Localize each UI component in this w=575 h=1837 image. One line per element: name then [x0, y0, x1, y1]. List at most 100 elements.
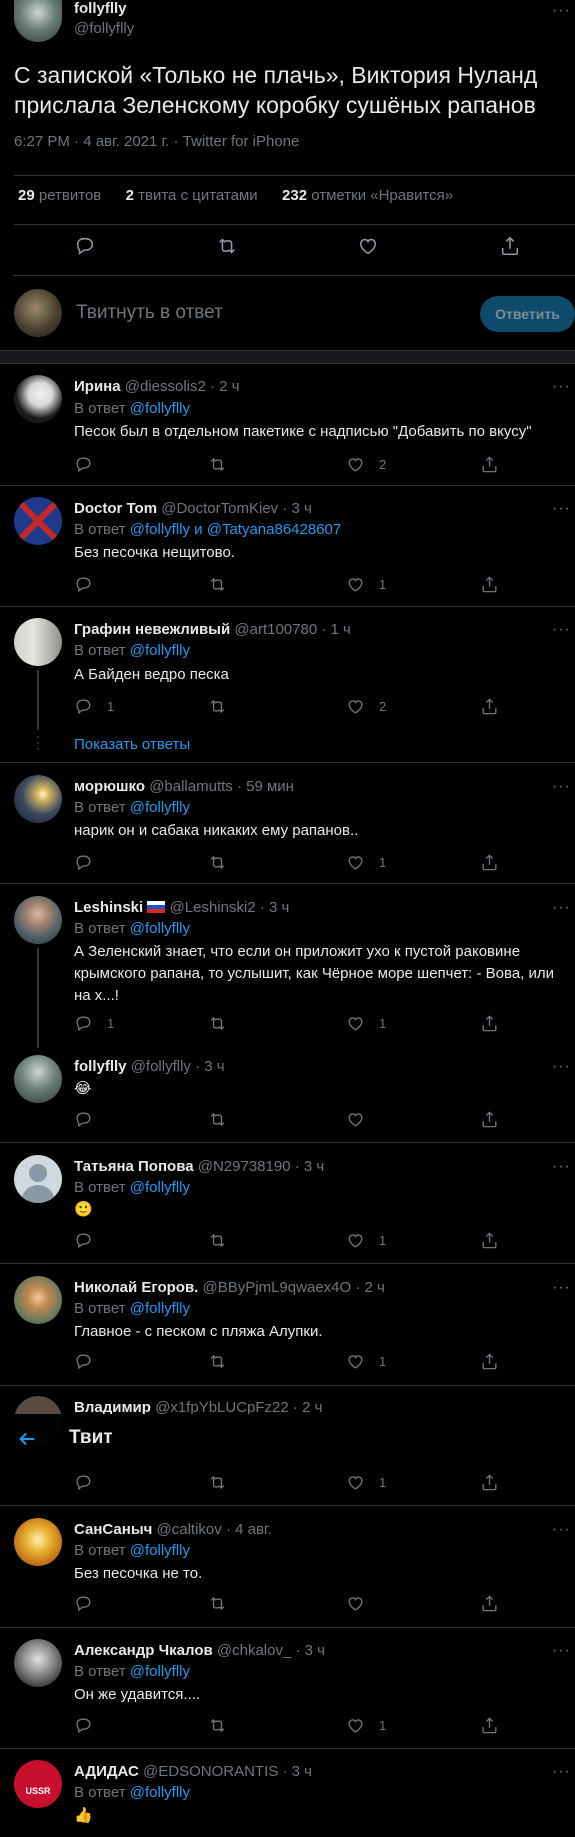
reply-author-handle[interactable]: @Leshinski2	[170, 899, 256, 916]
retweet-icon[interactable]	[208, 1594, 227, 1613]
avatar[interactable]	[14, 1055, 62, 1103]
retweet-action[interactable]	[208, 1110, 227, 1129]
reply-author-handle[interactable]: @N29738190	[198, 1158, 291, 1175]
avatar[interactable]	[14, 775, 62, 823]
show-replies-link[interactable]: Показать ответы	[74, 736, 190, 753]
like-action[interactable]	[346, 1110, 365, 1129]
reply-icon[interactable]	[74, 1231, 93, 1250]
retweet-action[interactable]	[208, 853, 227, 872]
retweet-action[interactable]	[208, 1594, 227, 1613]
like-icon[interactable]	[346, 1014, 365, 1033]
reply-author-name[interactable]: Doctor Tom	[74, 500, 157, 517]
reply-icon[interactable]	[74, 1473, 93, 1492]
reply-author-handle[interactable]: @ballamutts	[149, 778, 233, 795]
avatar[interactable]	[14, 1276, 62, 1324]
reply-icon[interactable]	[74, 1716, 93, 1735]
reply-time[interactable]: · 3 ч	[295, 1158, 325, 1175]
retweet-icon[interactable]	[208, 455, 227, 474]
reply-author-handle[interactable]: @diessolis2	[125, 378, 206, 395]
more-icon[interactable]: ···	[552, 778, 571, 796]
like-icon[interactable]	[346, 1594, 365, 1613]
reply-action[interactable]	[74, 1110, 93, 1129]
reply-action[interactable]	[74, 455, 107, 474]
share-action[interactable]	[480, 575, 499, 594]
tweet-meta[interactable]: 6:27 PM · 4 авг. 2021 г. · Twitter for i…	[14, 133, 299, 150]
like-icon[interactable]	[346, 1110, 365, 1129]
share-action[interactable]	[480, 455, 499, 474]
reply-author-handle[interactable]: @EDSONORANTIS	[143, 1763, 278, 1780]
reply-to-link[interactable]: @follyflly	[130, 1784, 190, 1801]
retweet-action[interactable]	[208, 455, 227, 474]
reply-author-handle[interactable]: @caltikov	[157, 1521, 222, 1538]
retweet-icon[interactable]	[208, 1352, 227, 1371]
share-icon[interactable]	[480, 1352, 499, 1371]
reply-time[interactable]: · 3 ч	[195, 1058, 225, 1075]
reply-to-link[interactable]: @follyflly	[130, 1542, 190, 1559]
share-action[interactable]	[480, 1716, 499, 1735]
reply-button[interactable]: Ответить	[480, 296, 575, 332]
share-icon[interactable]	[480, 697, 499, 716]
likes-stat[interactable]: 232 отметки «Нравится»	[282, 187, 453, 204]
like-action[interactable]: 1	[346, 1473, 386, 1492]
reply-time[interactable]: · 2 ч	[355, 1279, 385, 1296]
reply-time[interactable]: · 3 ч	[282, 1763, 312, 1780]
share-icon[interactable]	[480, 1594, 499, 1613]
retweet-icon[interactable]	[208, 575, 227, 594]
more-icon[interactable]: ···	[552, 1279, 571, 1297]
share-action[interactable]	[480, 1014, 499, 1033]
avatar[interactable]	[14, 1155, 62, 1203]
retweet-icon[interactable]	[208, 1716, 227, 1735]
more-icon[interactable]: ···	[552, 378, 571, 396]
reply-action[interactable]	[74, 1352, 93, 1371]
reply-author-name[interactable]: Александр Чкалов	[74, 1642, 213, 1659]
like-action[interactable]	[346, 1594, 365, 1613]
reply-author-name[interactable]: follyflly	[74, 1058, 127, 1075]
share-icon[interactable]	[480, 1014, 499, 1033]
reply-time[interactable]: · 4 авг.	[226, 1521, 272, 1538]
avatar[interactable]	[14, 1518, 62, 1566]
more-icon[interactable]: ···	[552, 500, 571, 518]
share-icon[interactable]	[480, 455, 499, 474]
retweet-action[interactable]	[208, 575, 227, 594]
reply-author-name[interactable]: Ирина	[74, 378, 121, 395]
retweets-stat[interactable]: 29 ретвитов	[18, 187, 101, 204]
reply-author-name[interactable]: Графин невежливый	[74, 621, 230, 638]
reply-time[interactable]: · 3 ч	[260, 899, 290, 916]
like-action[interactable]: 1	[346, 1352, 386, 1371]
more-icon[interactable]: ···	[552, 1521, 571, 1539]
retweet-action[interactable]	[208, 1231, 227, 1250]
reply-author-name[interactable]: Татьяна Попова	[74, 1158, 194, 1175]
reply-to-link[interactable]: @follyflly	[130, 521, 190, 538]
share-action[interactable]	[480, 853, 499, 872]
retweet-action[interactable]	[208, 697, 227, 716]
reply-action[interactable]	[74, 853, 107, 872]
like-action[interactable]: 1	[346, 853, 386, 872]
like-icon[interactable]	[346, 455, 365, 474]
reply-author-handle[interactable]: @art100780	[234, 621, 317, 638]
avatar[interactable]	[14, 375, 62, 423]
reply-author-handle[interactable]: @BByPjmL9qwaex4O	[203, 1279, 352, 1296]
like-icon[interactable]	[346, 575, 365, 594]
more-icon[interactable]: ···	[552, 2, 571, 20]
more-icon[interactable]: ···	[552, 1642, 571, 1660]
reply-author-name[interactable]: Leshinski	[74, 899, 143, 916]
like-icon[interactable]	[346, 1231, 365, 1250]
like-icon[interactable]	[346, 853, 365, 872]
reply-author-name[interactable]: СанСаныч	[74, 1521, 152, 1538]
reply-author-handle[interactable]: @chkalov_	[217, 1642, 291, 1659]
reply-action[interactable]	[74, 1594, 93, 1613]
quotes-stat[interactable]: 2 твита с цитатами	[126, 187, 258, 204]
more-icon[interactable]: ···	[552, 1763, 571, 1781]
retweet-icon[interactable]	[208, 1014, 227, 1033]
reply-time[interactable]: · 3 ч	[282, 500, 312, 517]
reply-to-link[interactable]: @follyflly	[130, 1179, 190, 1196]
share-action[interactable]	[480, 1473, 499, 1492]
share-action[interactable]	[480, 697, 499, 716]
like-action[interactable]: 1	[346, 1231, 386, 1250]
reply-to-link-2[interactable]: @Tatyana86428607	[207, 521, 342, 538]
reply-action[interactable]: 1	[74, 1014, 114, 1033]
avatar[interactable]	[14, 0, 62, 42]
like-action[interactable]: 1	[346, 1716, 386, 1735]
avatar[interactable]	[14, 896, 62, 944]
reply-to-link[interactable]: @follyflly	[130, 400, 190, 417]
